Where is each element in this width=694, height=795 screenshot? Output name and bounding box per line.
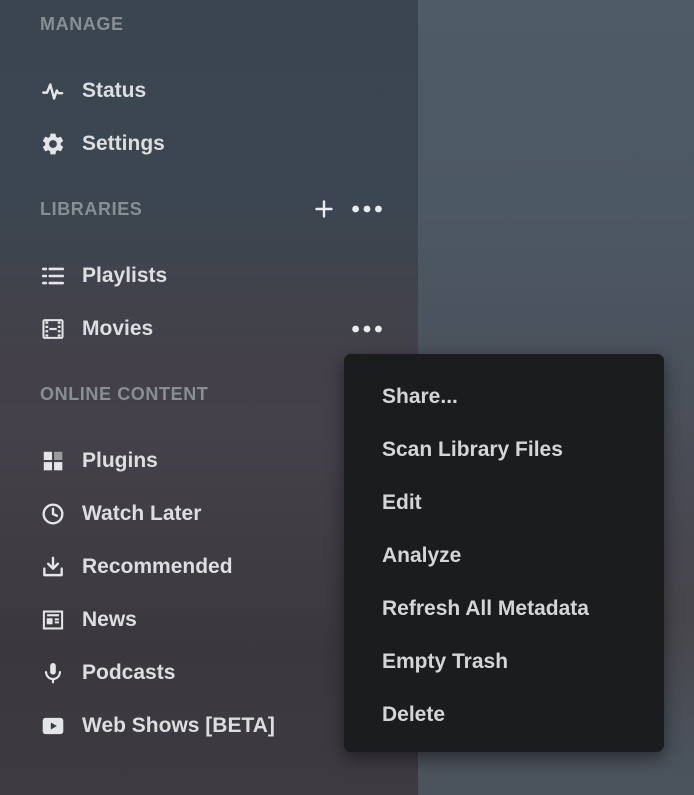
sidebar-item-movies[interactable]: Movies xyxy=(0,302,418,355)
menu-item-share[interactable]: Share... xyxy=(344,370,664,423)
sidebar-item-label: Web Shows [BETA] xyxy=(82,714,275,738)
playlist-icon xyxy=(40,263,66,289)
play-video-icon xyxy=(40,713,66,739)
menu-item-scan-library-files[interactable]: Scan Library Files xyxy=(344,423,664,476)
ellipsis-icon xyxy=(352,325,382,333)
download-icon xyxy=(40,554,66,580)
section-header-label: MANAGE xyxy=(40,14,124,35)
section-header-manage: MANAGE xyxy=(40,12,382,36)
menu-item-edit[interactable]: Edit xyxy=(344,476,664,529)
newspaper-icon xyxy=(40,607,66,633)
sidebar-item-label: Plugins xyxy=(82,449,158,473)
menu-item-refresh-all-metadata[interactable]: Refresh All Metadata xyxy=(344,582,664,635)
ellipsis-icon xyxy=(352,205,382,213)
sidebar-item-label: Settings xyxy=(82,132,165,156)
section-header-online-content: ONLINE CONTENT xyxy=(40,382,382,406)
sidebar-item-label: Status xyxy=(82,79,146,103)
sidebar-item-label: Movies xyxy=(82,317,153,341)
sidebar-item-label: Recommended xyxy=(82,555,233,579)
activity-icon xyxy=(40,78,66,104)
movies-more-button[interactable] xyxy=(352,325,382,333)
grid-icon xyxy=(40,448,66,474)
menu-item-delete[interactable]: Delete xyxy=(344,688,664,741)
menu-item-analyze[interactable]: Analyze xyxy=(344,529,664,582)
clock-icon xyxy=(40,501,66,527)
section-header-libraries: LIBRARIES xyxy=(40,197,382,221)
sidebar-item-status[interactable]: Status xyxy=(0,64,418,117)
sidebar-item-label: Watch Later xyxy=(82,502,201,526)
film-icon xyxy=(40,316,66,342)
libraries-more-button[interactable] xyxy=(352,205,382,213)
menu-item-empty-trash[interactable]: Empty Trash xyxy=(344,635,664,688)
sidebar-item-label: Podcasts xyxy=(82,661,175,685)
plus-icon xyxy=(312,197,336,221)
section-header-label: ONLINE CONTENT xyxy=(40,384,208,405)
add-library-button[interactable] xyxy=(312,197,336,221)
gear-icon xyxy=(40,131,66,157)
sidebar-item-label: Playlists xyxy=(82,264,167,288)
sidebar-item-settings[interactable]: Settings xyxy=(0,117,418,170)
microphone-icon xyxy=(40,660,66,686)
sidebar-item-playlists[interactable]: Playlists xyxy=(0,249,418,302)
section-header-label: LIBRARIES xyxy=(40,199,142,220)
sidebar-item-label: News xyxy=(82,608,137,632)
library-context-menu: Share... Scan Library Files Edit Analyze… xyxy=(344,354,664,752)
